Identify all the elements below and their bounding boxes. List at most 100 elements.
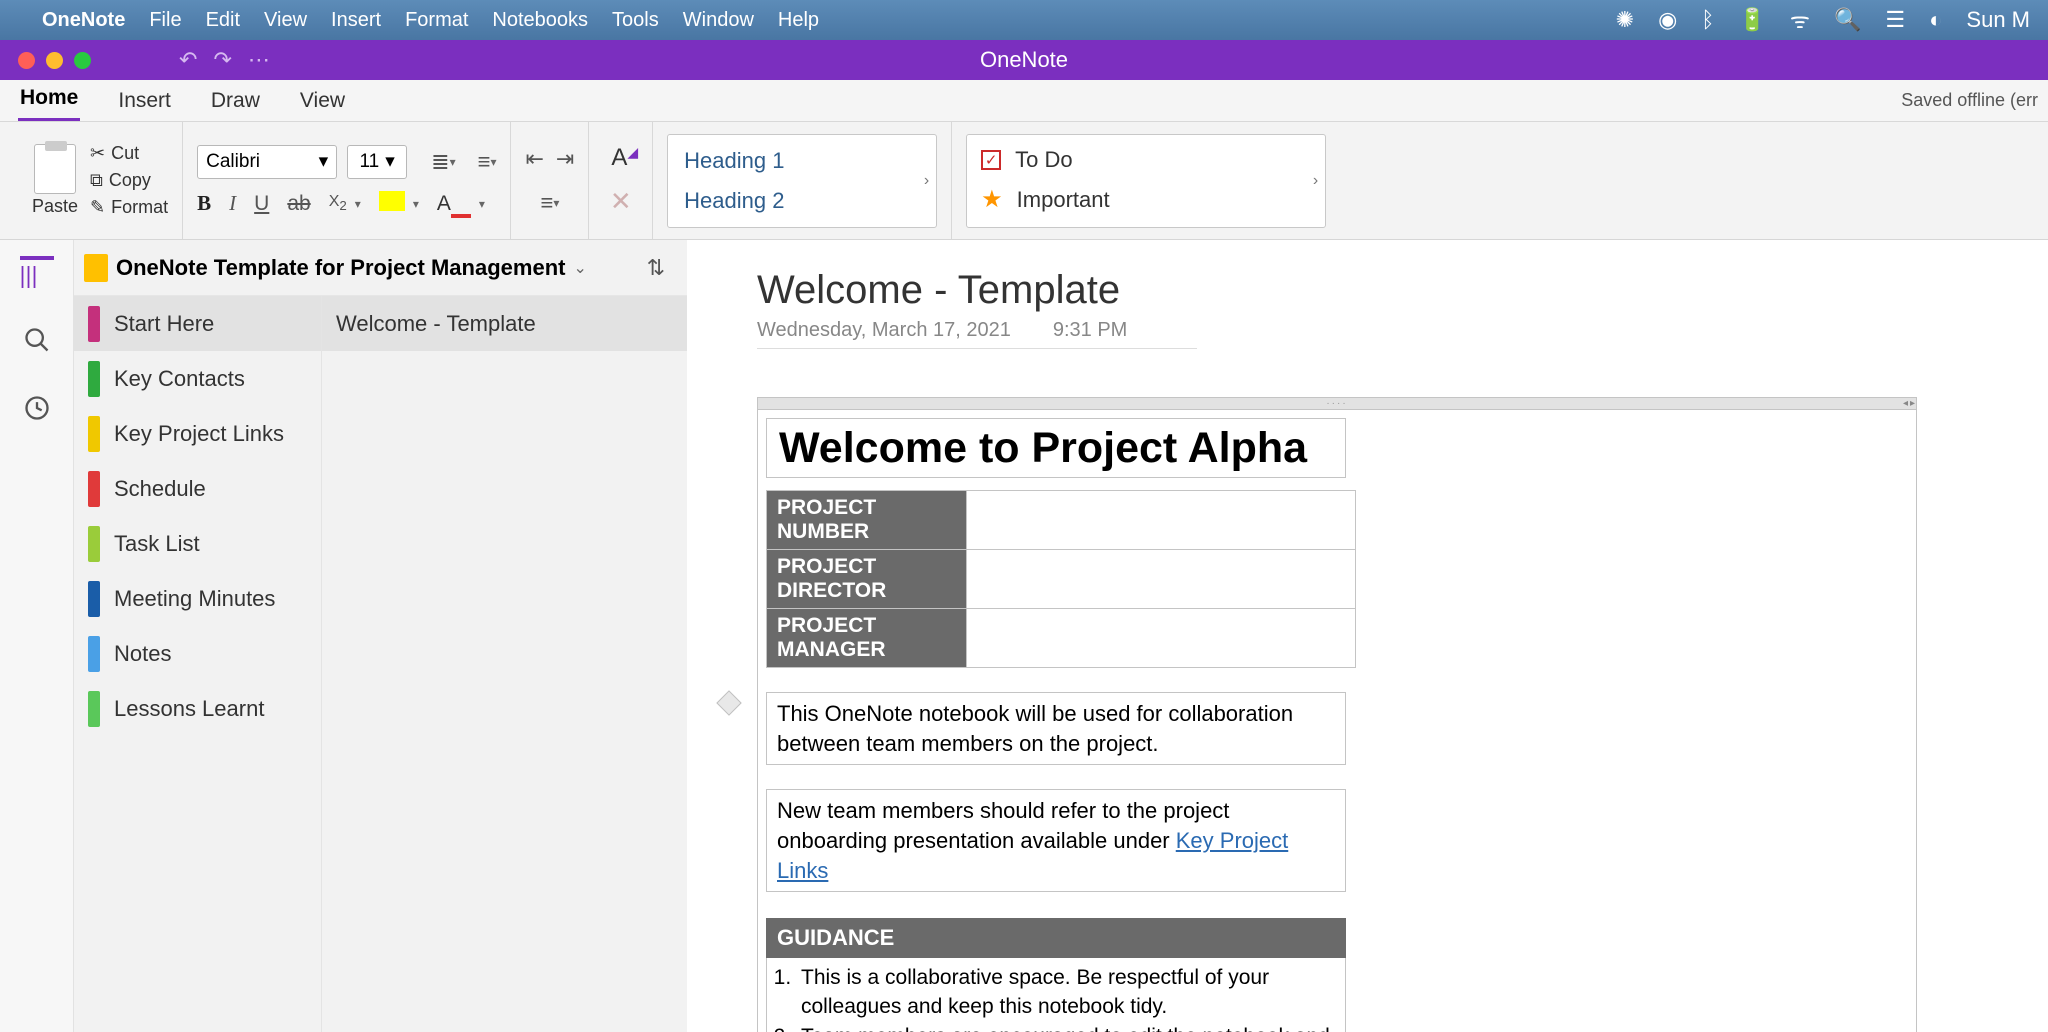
tag-important[interactable]: ★Important — [981, 185, 1311, 214]
onboarding-paragraph[interactable]: New team members should refer to the pro… — [766, 789, 1346, 892]
recent-icon[interactable] — [23, 394, 51, 422]
star-icon: ★ — [981, 185, 1003, 214]
numbering-button[interactable]: ≡ — [478, 149, 491, 175]
tags-expand-icon[interactable]: › — [1313, 172, 1318, 190]
clear-formatting-button[interactable]: A◢ — [611, 144, 638, 172]
align-button[interactable]: ≡ — [540, 190, 553, 216]
container-handle[interactable]: ···· — [758, 398, 1916, 410]
outdent-button[interactable]: ⇤ — [525, 146, 543, 172]
styles-expand-icon[interactable]: › — [924, 172, 929, 190]
note-container[interactable]: ···· Welcome to Project Alpha PROJECT NU… — [757, 397, 1917, 1032]
list-item[interactable]: Team members are encouraged to edit the … — [797, 1023, 1335, 1032]
ribbon-toolbar: Paste ✂ Cut ⧉ Copy ✎ Format Calibri▾ 11▾… — [0, 122, 2048, 240]
style-heading2[interactable]: Heading 2 — [684, 188, 920, 214]
tab-insert[interactable]: Insert — [116, 81, 173, 121]
menu-tools[interactable]: Tools — [612, 9, 659, 32]
page-welcome-template[interactable]: Welcome - Template — [322, 296, 687, 351]
section-schedule[interactable]: Schedule — [74, 461, 321, 516]
guidance-header[interactable]: GUIDANCE — [766, 918, 1346, 958]
tag-todo[interactable]: ✓To Do — [981, 147, 1311, 173]
page-title[interactable]: Welcome - Template — [757, 268, 2048, 313]
page-date: Wednesday, March 17, 2021 — [757, 319, 1011, 342]
status-icon-2[interactable]: ◉ — [1658, 7, 1677, 33]
menu-file[interactable]: File — [149, 9, 181, 32]
page-time: 9:31 PM — [1053, 319, 1127, 342]
subscript-button[interactable]: X2 — [329, 193, 347, 213]
tags-gallery[interactable]: ✓To Do ★Important — [966, 134, 1326, 228]
format-painter-button[interactable]: ✎ Format — [90, 197, 168, 218]
sort-pages-button[interactable]: ⇅ — [647, 255, 665, 281]
intro-paragraph[interactable]: This OneNote notebook will be used for c… — [766, 692, 1346, 765]
quick-access-more[interactable]: ⋯ — [248, 47, 270, 73]
wifi-icon[interactable]: ᯤ — [1790, 5, 1810, 35]
undo-button[interactable]: ↶ — [179, 47, 197, 73]
font-color-button[interactable]: A — [437, 192, 471, 216]
project-meta-table[interactable]: PROJECT NUMBER PROJECT DIRECTOR PROJECT … — [766, 490, 1356, 668]
status-icon-1[interactable]: ✺ — [1616, 7, 1634, 33]
clipboard-icon — [34, 144, 76, 194]
menu-edit[interactable]: Edit — [206, 9, 240, 32]
strikethrough-button[interactable]: ab — [287, 192, 310, 216]
font-size-select[interactable]: 11▾ — [347, 145, 407, 179]
menu-view[interactable]: View — [264, 9, 307, 32]
tab-home[interactable]: Home — [18, 78, 80, 121]
control-center-icon[interactable]: ☰ — [1885, 7, 1905, 33]
window-minimize-button[interactable] — [46, 52, 63, 69]
bluetooth-icon[interactable]: ᛒ — [1701, 7, 1714, 33]
paste-button[interactable]: Paste — [32, 144, 78, 217]
menu-insert[interactable]: Insert — [331, 9, 381, 32]
list-item[interactable]: This is a collaborative space. Be respec… — [797, 964, 1335, 1021]
section-start-here[interactable]: Start Here — [74, 296, 321, 351]
menu-window[interactable]: Window — [683, 9, 754, 32]
note-heading[interactable]: Welcome to Project Alpha — [766, 418, 1346, 478]
checkbox-icon: ✓ — [981, 150, 1001, 170]
battery-icon[interactable]: 🔋 — [1738, 7, 1765, 33]
notebooks-icon[interactable]: ꔖ — [20, 256, 54, 286]
section-notes[interactable]: Notes — [74, 626, 321, 681]
pages-list: Welcome - Template — [322, 296, 687, 1032]
cut-button[interactable]: ✂ Cut — [90, 143, 168, 164]
menu-format[interactable]: Format — [405, 9, 468, 32]
tab-draw[interactable]: Draw — [209, 81, 262, 121]
window-title-bar: ↶ ↷ ⋯ OneNote — [0, 40, 2048, 80]
search-icon[interactable] — [23, 326, 51, 354]
notebook-header[interactable]: OneNote Template for Project Management … — [74, 240, 687, 296]
indent-button[interactable]: ⇥ — [556, 146, 574, 172]
window-zoom-button[interactable] — [74, 52, 91, 69]
bold-button[interactable]: B — [197, 191, 211, 216]
table-row: PROJECT DIRECTOR — [767, 550, 1356, 609]
style-heading1[interactable]: Heading 1 — [684, 148, 920, 174]
page-canvas[interactable]: Welcome - Template Wednesday, March 17, … — [687, 240, 2048, 1032]
bullets-button[interactable]: ≣ — [431, 149, 449, 175]
redo-button[interactable]: ↷ — [213, 47, 231, 73]
table-row: PROJECT MANAGER — [767, 609, 1356, 668]
section-lessons-learnt[interactable]: Lessons Learnt — [74, 681, 321, 736]
window-title: OneNote — [980, 47, 1068, 73]
section-key-contacts[interactable]: Key Contacts — [74, 351, 321, 406]
siri-icon[interactable]: ◐ — [1929, 7, 1942, 33]
italic-button[interactable]: I — [229, 191, 236, 216]
spotlight-icon[interactable]: 🔍 — [1834, 7, 1861, 33]
font-family-select[interactable]: Calibri▾ — [197, 145, 337, 179]
window-close-button[interactable] — [18, 52, 35, 69]
section-task-list[interactable]: Task List — [74, 516, 321, 571]
guidance-list[interactable]: This is a collaborative space. Be respec… — [766, 958, 1346, 1032]
styles-gallery[interactable]: Heading 1 Heading 2 — [667, 134, 937, 228]
ribbon-tabs: Home Insert Draw View Saved offline (err — [0, 80, 2048, 122]
menu-notebooks[interactable]: Notebooks — [492, 9, 588, 32]
tab-view[interactable]: View — [298, 81, 347, 121]
section-key-project-links[interactable]: Key Project Links — [74, 406, 321, 461]
underline-button[interactable]: U — [254, 192, 269, 216]
delete-button[interactable]: ✕ — [610, 186, 632, 217]
note-tag-icon[interactable] — [716, 690, 741, 715]
sections-list: Start Here Key Contacts Key Project Link… — [74, 296, 322, 1032]
notebook-dropdown-icon[interactable]: ⌄ — [573, 258, 586, 278]
copy-button[interactable]: ⧉ Copy — [90, 170, 168, 191]
highlight-button[interactable] — [379, 191, 405, 217]
content-area: ꔖ OneNote Template for Project Managemen… — [0, 240, 2048, 1032]
section-meeting-minutes[interactable]: Meeting Minutes — [74, 571, 321, 626]
menu-clock[interactable]: Sun M — [1966, 7, 2030, 33]
menu-help[interactable]: Help — [778, 9, 819, 32]
guidance-box[interactable]: GUIDANCE This is a collaborative space. … — [766, 918, 1346, 1032]
app-menu[interactable]: OneNote — [42, 9, 125, 32]
